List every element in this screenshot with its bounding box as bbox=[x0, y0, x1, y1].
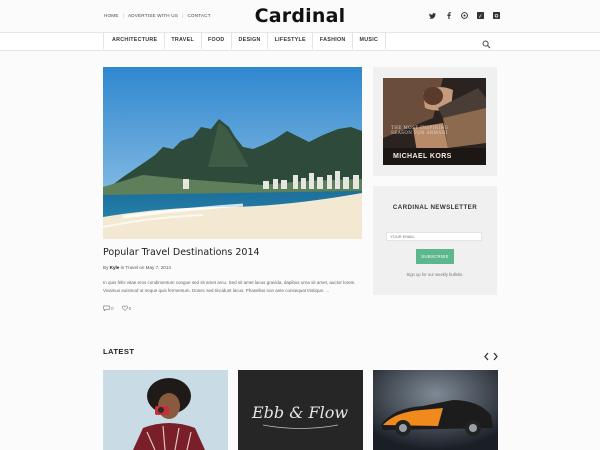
nav-item-fashion[interactable]: FASHION bbox=[313, 32, 354, 49]
facebook-icon[interactable] bbox=[445, 12, 452, 19]
newsletter-note: Sign up for our weekly bulletin. bbox=[406, 272, 464, 277]
vimeo-icon[interactable] bbox=[477, 12, 484, 19]
post-counts: 0 0 bbox=[103, 305, 131, 311]
nav-item-architecture[interactable]: ARCHITECTURE bbox=[103, 32, 165, 49]
nav-item-food[interactable]: FOOD bbox=[202, 32, 233, 49]
sidebar-ad-image[interactable] bbox=[383, 78, 486, 165]
main-nav: ARCHITECTURE TRAVEL FOOD DESIGN LIFESTYL… bbox=[103, 32, 386, 49]
chevron-left-icon[interactable] bbox=[483, 348, 490, 361]
twitter-icon[interactable] bbox=[429, 12, 436, 19]
instagram-icon[interactable] bbox=[461, 12, 468, 19]
ad-tagline: THE MOST INSPIRING SEASON FOR ARMANI bbox=[391, 125, 449, 136]
featured-post-title[interactable]: Popular Travel Destinations 2014 bbox=[103, 247, 260, 258]
site-logo[interactable]: Cardinal bbox=[0, 5, 600, 27]
nav-item-design[interactable]: DESIGN bbox=[232, 32, 269, 49]
latest-heading: LATEST bbox=[103, 347, 135, 356]
post-author[interactable]: Kyle bbox=[110, 265, 120, 270]
meta-category-date: in Travel on May 7, 2014 bbox=[120, 265, 171, 270]
nav-item-lifestyle[interactable]: LIFESTYLE bbox=[268, 32, 314, 49]
comment-count[interactable]: 0 bbox=[103, 305, 114, 311]
featured-post-meta: By Kyle in Travel on May 7, 2014 bbox=[103, 265, 171, 270]
thumbnail-script-text: Ebb & Flow bbox=[251, 403, 348, 422]
like-count[interactable]: 0 bbox=[121, 305, 132, 311]
like-count-value: 0 bbox=[128, 305, 132, 311]
meta-by: By bbox=[103, 265, 109, 270]
newsletter-title: CARDINAL NEWSLETTER bbox=[392, 204, 478, 211]
search-icon[interactable] bbox=[482, 36, 491, 49]
latest-post-thumbnail[interactable]: Ebb & Flow bbox=[238, 370, 363, 450]
comment-icon bbox=[103, 305, 110, 311]
featured-post-excerpt: In quis felis vitae eros condimentum con… bbox=[103, 280, 356, 293]
nav-item-travel[interactable]: TRAVEL bbox=[165, 32, 202, 49]
instagram-square-icon[interactable] bbox=[493, 12, 500, 19]
newsletter-email-input[interactable] bbox=[386, 232, 482, 241]
chevron-right-icon[interactable] bbox=[492, 348, 499, 361]
latest-post-thumbnail[interactable] bbox=[373, 370, 498, 450]
featured-post-image[interactable] bbox=[103, 67, 362, 239]
ad-brand: MICHAEL KORS bbox=[393, 153, 452, 160]
comment-count-value: 0 bbox=[111, 305, 114, 311]
social-icons bbox=[429, 12, 500, 19]
subscribe-button[interactable]: SUBSCRIBE bbox=[416, 249, 454, 264]
heart-icon bbox=[121, 305, 128, 311]
nav-item-music[interactable]: MUSIC bbox=[353, 32, 386, 49]
latest-post-thumbnail[interactable] bbox=[103, 370, 228, 450]
